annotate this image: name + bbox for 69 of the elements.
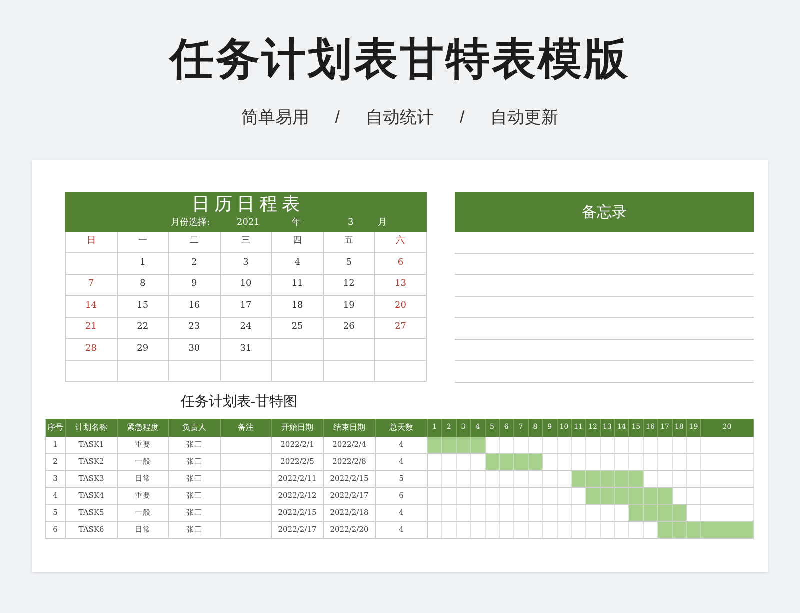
date-cell: 2 — [169, 253, 221, 274]
weekday-cell: 四 — [272, 232, 324, 253]
date-cell: 12 — [324, 274, 376, 296]
date-cell: 16 — [169, 296, 221, 318]
date-cell: 7 — [66, 274, 118, 296]
weekday-cell: 三 — [220, 232, 272, 253]
date-cell — [324, 339, 376, 360]
date-cell: 13 — [375, 274, 427, 296]
date-cell: 3 — [220, 253, 272, 274]
date-cell: 15 — [118, 296, 170, 318]
date-cell: 4 — [272, 253, 324, 274]
date-cell: 25 — [272, 318, 324, 339]
column-header: 总天数 — [376, 418, 428, 436]
column-header: 紧急程度 — [118, 418, 169, 436]
date-cell: 28 — [66, 339, 118, 360]
date-cell: 31 — [220, 339, 272, 360]
subtitle-text: 自动统计 — [366, 107, 434, 129]
date-cell: 30 — [169, 339, 221, 360]
memo-header: 备忘录 — [455, 192, 754, 232]
date-cell: 10 — [220, 274, 272, 296]
weekday-cell: 一 — [118, 232, 170, 253]
gantt-title: 任务计划表-甘特图 — [181, 394, 299, 412]
date-cell — [324, 360, 376, 382]
date-cell: 9 — [169, 274, 221, 296]
separator: / — [460, 107, 465, 129]
weekday-cell: 六 — [375, 232, 427, 253]
date-cell: 20 — [375, 296, 427, 318]
page-title: 任务计划表甘特表模版 — [170, 34, 630, 86]
date-cell: 27 — [375, 318, 427, 339]
column-header: 计划名称 — [66, 418, 118, 436]
column-header: 结束日期 — [324, 418, 376, 436]
date-cell — [272, 360, 324, 382]
date-cell — [375, 360, 427, 382]
date-cell: 22 — [118, 318, 170, 339]
date-cell: 6 — [375, 253, 427, 274]
year-value: 2021 — [237, 217, 261, 230]
date-cell: 26 — [324, 318, 376, 339]
separator: / — [335, 107, 340, 129]
date-cell: 19 — [324, 296, 376, 318]
subtitle-text: 简单易用 — [241, 107, 310, 129]
column-header: 备注 — [221, 418, 272, 436]
date-cell: 21 — [66, 318, 118, 339]
date-cell: 14 — [66, 296, 118, 318]
weekday-cell: 日 — [66, 232, 118, 253]
date-cell — [220, 360, 272, 382]
month-unit: 月 — [378, 217, 387, 230]
date-cell: 1 — [118, 253, 170, 274]
month-label: 月份选择: — [171, 216, 212, 230]
date-cell — [272, 339, 324, 360]
date-cell — [118, 360, 170, 382]
date-cell: 17 — [220, 296, 272, 318]
date-cell: 8 — [118, 274, 170, 296]
date-cell — [169, 360, 221, 382]
date-cell: 29 — [118, 339, 170, 360]
subtitle-text: 自动更新 — [490, 107, 559, 129]
year-unit: 年 — [292, 216, 302, 230]
weekday-cell: 二 — [169, 232, 221, 253]
date-cell: 23 — [169, 318, 221, 339]
date-cell: 24 — [220, 318, 272, 339]
date-cell: 11 — [272, 274, 324, 296]
date-cell: 5 — [324, 253, 376, 274]
weekday-cell: 五 — [324, 232, 376, 253]
calendar-title: 日 历 日 程 表 — [192, 193, 300, 216]
column-header: 开始日期 — [272, 418, 324, 436]
column-header: 序号 — [46, 418, 66, 436]
date-cell: 18 — [272, 296, 324, 318]
month-value: 3 — [348, 217, 355, 230]
column-header: 负责人 — [169, 418, 221, 436]
date-cell — [375, 339, 427, 360]
